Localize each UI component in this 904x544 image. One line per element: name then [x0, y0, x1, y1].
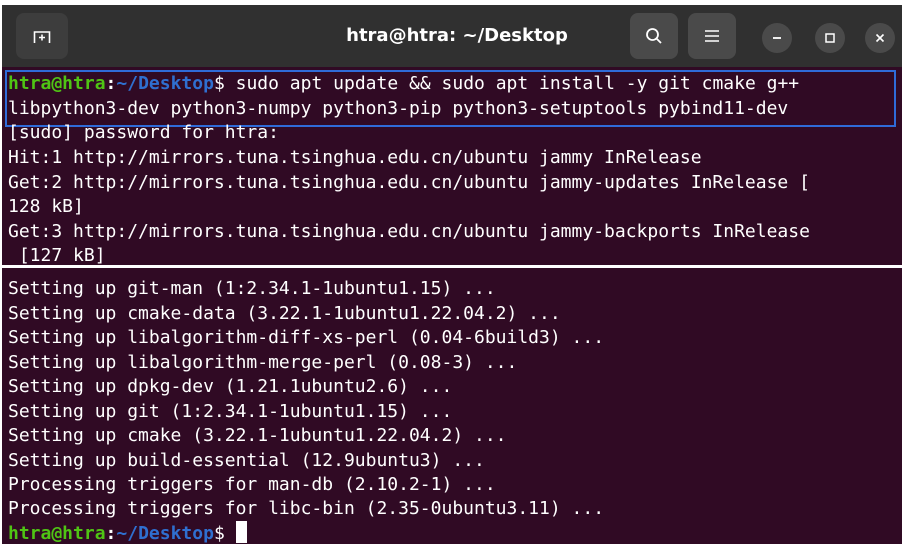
output-line: Setting up dpkg-dev (1.21.1ubuntu2.6) ..… [8, 376, 453, 397]
prompt-user-host: htra@htra [8, 523, 106, 544]
new-tab-button[interactable] [16, 13, 68, 59]
output-line: Hit:1 http://mirrors.tuna.tsinghua.edu.c… [8, 147, 702, 168]
text-cursor [235, 521, 247, 543]
prompt-colon: : [105, 523, 117, 544]
new-tab-icon [33, 28, 51, 44]
command-line-1: htra@htra:~/Desktop$ sudo apt update && … [8, 72, 799, 96]
screenshot-separator [2, 265, 902, 268]
prompt-colon: : [105, 73, 117, 94]
window-title: htra@htra: ~/Desktop [346, 25, 568, 46]
prompt-path: ~/Desktop [116, 523, 214, 544]
output-line: Setting up cmake-data (3.22.1-1ubuntu1.2… [8, 303, 561, 324]
terminal-window: htra@htra: ~/Desktop htra@htra:~/Desktop… [2, 5, 902, 544]
close-icon [874, 32, 886, 44]
close-button[interactable] [865, 23, 895, 53]
output-line: Setting up build-essential (12.9ubuntu3)… [8, 450, 485, 471]
minimize-button[interactable] [762, 23, 792, 53]
output-line: Setting up libalgorithm-merge-perl (0.08… [8, 352, 518, 373]
search-icon [645, 27, 663, 45]
prompt-path: ~/Desktop [116, 73, 214, 94]
output-line: Setting up git (1:2.34.1-1ubuntu1.15) ..… [8, 401, 453, 422]
output-line: Setting up cmake (3.22.1-1ubuntu1.22.04.… [8, 425, 507, 446]
command-line-2: libpython3-dev python3-numpy python3-pip… [8, 98, 789, 119]
output-line: [sudo] password for htra: [8, 122, 279, 143]
prompt-dollar: $ [213, 523, 225, 544]
output-line: Setting up libalgorithm-diff-xs-perl (0.… [8, 327, 605, 348]
output-line: Setting up git-man (1:2.34.1-1ubuntu1.15… [8, 278, 496, 299]
maximize-button[interactable] [815, 23, 845, 53]
terminal-output[interactable]: htra@htra:~/Desktop$ sudo apt update && … [2, 67, 902, 544]
maximize-icon [824, 32, 836, 44]
minimize-icon [771, 32, 783, 44]
search-button[interactable] [630, 13, 678, 59]
title-bar: htra@htra: ~/Desktop [2, 5, 902, 67]
output-line: Get:3 http://mirrors.tuna.tsinghua.edu.c… [8, 221, 810, 242]
output-line: 128 kB] [8, 196, 84, 217]
prompt-dollar: $ [213, 73, 225, 94]
menu-button[interactable] [688, 13, 736, 59]
final-prompt-line[interactable]: htra@htra:~/Desktop$ [8, 521, 247, 544]
output-line: Get:2 http://mirrors.tuna.tsinghua.edu.c… [8, 172, 810, 193]
output-line: Processing triggers for libc-bin (2.35-0… [8, 498, 605, 519]
prompt-user-host: htra@htra [8, 73, 106, 94]
output-line: Processing triggers for man-db (2.10.2-1… [8, 474, 496, 495]
command-text-1: sudo apt update && sudo apt install -y g… [224, 73, 800, 94]
hamburger-menu-icon [704, 29, 720, 43]
